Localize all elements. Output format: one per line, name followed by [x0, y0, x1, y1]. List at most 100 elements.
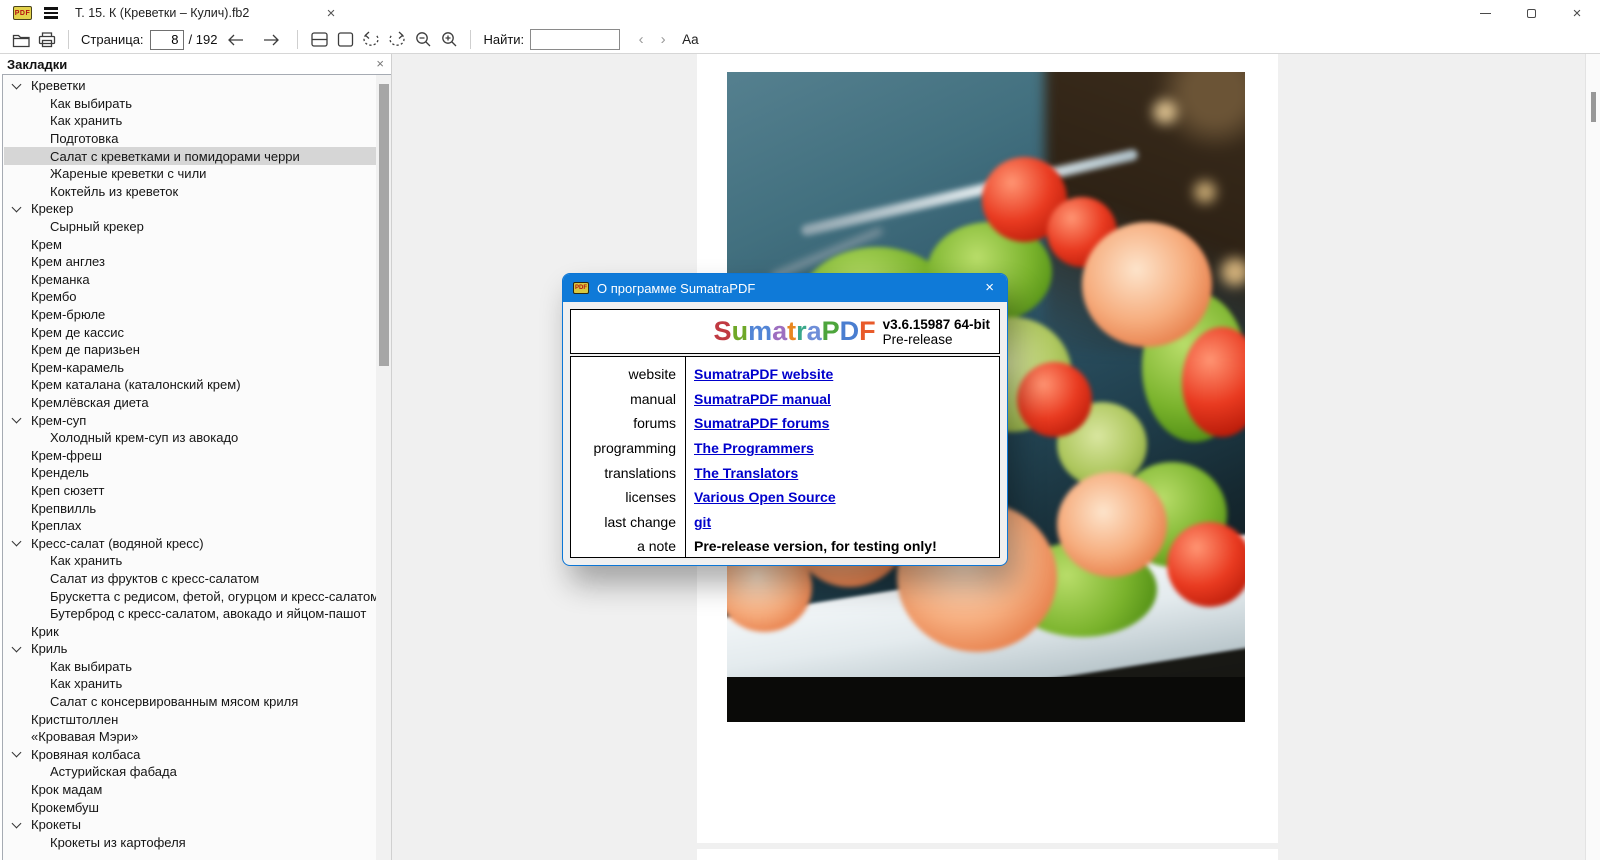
bookmark-item[interactable]: Криль	[4, 640, 376, 658]
bookmark-item[interactable]: Креплах	[4, 517, 376, 535]
find-next-icon[interactable]: ›	[652, 31, 674, 48]
bookmark-item[interactable]: Как выбирать	[4, 658, 376, 676]
bookmark-item[interactable]: Салат из фруктов с кресс-салатом	[4, 570, 376, 588]
bookmark-item[interactable]: Брускетта с редисом, фетой, огурцом и кр…	[4, 587, 376, 605]
about-link[interactable]: Various Open Source	[694, 489, 836, 505]
bookmark-item[interactable]: Крок мадам	[4, 781, 376, 799]
bookmark-item[interactable]: Крем англез	[4, 253, 376, 271]
bookmark-item[interactable]: Крем каталана (каталонский крем)	[4, 376, 376, 394]
chevron-down-icon[interactable]	[11, 818, 22, 829]
bookmark-item[interactable]: Креп сюзетт	[4, 482, 376, 500]
bookmark-item[interactable]: Крем-карамель	[4, 359, 376, 377]
bookmark-item[interactable]: Подготовка	[4, 130, 376, 148]
about-link[interactable]: The Programmers	[694, 440, 814, 456]
about-row-label: manual	[630, 390, 676, 407]
bookmark-item[interactable]: Крем-фреш	[4, 446, 376, 464]
continuous-view-button[interactable]	[306, 28, 332, 52]
sumatrapdf-logo: SumatraPDF	[714, 316, 876, 347]
sidebar-close-icon[interactable]: ×	[376, 56, 384, 71]
chevron-down-icon[interactable]	[11, 79, 22, 90]
about-table: website manual forums programming translatio…	[570, 356, 1000, 558]
bookmark-label: Крем де паризьен	[31, 342, 140, 358]
bookmark-item[interactable]: Кресс-салат (водяной кресс)	[4, 534, 376, 552]
bookmark-item[interactable]: Холодный крем-суп из авокадо	[4, 429, 376, 447]
bookmark-item[interactable]: Кровяная колбаса	[4, 746, 376, 764]
bookmark-item[interactable]: Как хранить	[4, 552, 376, 570]
about-row-label: last change	[604, 513, 676, 530]
document-tab[interactable]: Т. 15. К (Креветки – Кулич).fb2	[75, 6, 249, 20]
bookmark-item[interactable]: Крокеты	[4, 816, 376, 834]
bookmark-item[interactable]: Крем де паризьен	[4, 341, 376, 359]
bookmark-item[interactable]: Сырный крекер	[4, 218, 376, 236]
bookmark-item[interactable]: Крем	[4, 235, 376, 253]
bookmark-label: Крокембуш	[31, 799, 99, 815]
bookmark-item[interactable]: Крепвилль	[4, 499, 376, 517]
about-link[interactable]: SumatraPDF manual	[694, 391, 831, 407]
sumatrapdf-window: PDF Т. 15. К (Креветки – Кулич).fb2 × × …	[0, 0, 1600, 860]
bookmark-item[interactable]: Кристштоллен	[4, 710, 376, 728]
dialog-close-icon[interactable]: ×	[985, 279, 994, 296]
chevron-down-icon[interactable]	[11, 202, 22, 213]
zoom-out-button[interactable]	[410, 28, 436, 52]
bookmark-item[interactable]: Крокеты из картофеля	[4, 834, 376, 852]
open-file-button[interactable]	[8, 28, 34, 52]
sidebar-scrollbar[interactable]	[376, 75, 391, 860]
bookmark-item[interactable]: Креветки	[4, 77, 376, 95]
match-case-toggle[interactable]: Aa	[682, 32, 699, 47]
page-number-input[interactable]	[149, 29, 184, 50]
minimize-button[interactable]	[1462, 0, 1508, 26]
bookmark-item[interactable]: Крекер	[4, 200, 376, 218]
bookmark-item[interactable]: Коктейль из креветок	[4, 183, 376, 201]
about-link[interactable]: The Translators	[694, 465, 798, 481]
bookmark-item[interactable]: Как хранить	[4, 112, 376, 130]
main-scrollbar[interactable]	[1585, 54, 1600, 860]
about-link[interactable]: SumatraPDF forums	[694, 415, 829, 431]
bookmark-item[interactable]: «Кровавая Мэри»	[4, 728, 376, 746]
bookmark-item[interactable]: Крендель	[4, 464, 376, 482]
bookmark-label: Астурийская фабада	[50, 764, 177, 780]
bookmark-label: Крик	[31, 623, 59, 639]
dialog-titlebar[interactable]: PDF О программе SumatraPDF ×	[563, 274, 1007, 302]
bookmark-item[interactable]: Бутерброд с кресс-салатом, авокадо и яйц…	[4, 605, 376, 623]
bookmark-item[interactable]: Кремлёвская диета	[4, 394, 376, 412]
bookmark-label: Крем-брюле	[31, 307, 106, 323]
chevron-down-icon[interactable]	[11, 747, 22, 758]
print-button[interactable]	[34, 28, 60, 52]
about-link[interactable]: git	[694, 514, 711, 530]
bookmark-item[interactable]: Креманка	[4, 271, 376, 289]
bookmark-label: Креп сюзетт	[31, 482, 105, 498]
about-link[interactable]: SumatraPDF website	[694, 366, 833, 382]
bookmark-label: Как выбирать	[50, 658, 132, 674]
tab-close-icon[interactable]: ×	[322, 4, 340, 22]
find-previous-icon[interactable]: ‹	[630, 31, 652, 48]
close-button[interactable]: ×	[1554, 0, 1600, 26]
bookmark-item[interactable]: Крем-суп	[4, 411, 376, 429]
bookmark-item[interactable]: Салат с креветками и помидорами черри	[4, 147, 376, 165]
bookmark-item[interactable]: Крем-брюле	[4, 306, 376, 324]
chevron-down-icon[interactable]	[11, 413, 22, 424]
rotate-left-button[interactable]	[358, 28, 384, 52]
chevron-down-icon[interactable]	[11, 536, 22, 547]
bookmark-item[interactable]: Салат с консервированным мясом криля	[4, 693, 376, 711]
bookmark-item[interactable]: Крокембуш	[4, 798, 376, 816]
rotate-right-button[interactable]	[384, 28, 410, 52]
main-scrollbar-thumb[interactable]	[1591, 92, 1596, 122]
previous-page-button[interactable]	[222, 28, 248, 52]
bookmark-item[interactable]: Как хранить	[4, 675, 376, 693]
bookmark-item[interactable]: Крем де кассис	[4, 323, 376, 341]
menu-hamburger-icon[interactable]	[44, 7, 58, 19]
chevron-down-icon[interactable]	[11, 642, 22, 653]
bookmark-item[interactable]: Астурийская фабада	[4, 763, 376, 781]
bookmark-item[interactable]: Крик	[4, 622, 376, 640]
about-row-label: translations	[604, 464, 676, 481]
bookmark-item[interactable]: Как выбирать	[4, 95, 376, 113]
bookmarks-tree: Креветки Как выбирать Как хранить Подготовк…	[2, 74, 391, 860]
find-input[interactable]	[530, 29, 621, 50]
sidebar-scrollbar-thumb[interactable]	[378, 84, 389, 366]
bookmark-item[interactable]: Крембо	[4, 288, 376, 306]
single-page-view-button[interactable]	[332, 28, 358, 52]
zoom-in-button[interactable]	[436, 28, 462, 52]
restore-button[interactable]	[1508, 0, 1554, 26]
next-page-button[interactable]	[258, 28, 284, 52]
bookmark-item[interactable]: Жареные креветки с чили	[4, 165, 376, 183]
